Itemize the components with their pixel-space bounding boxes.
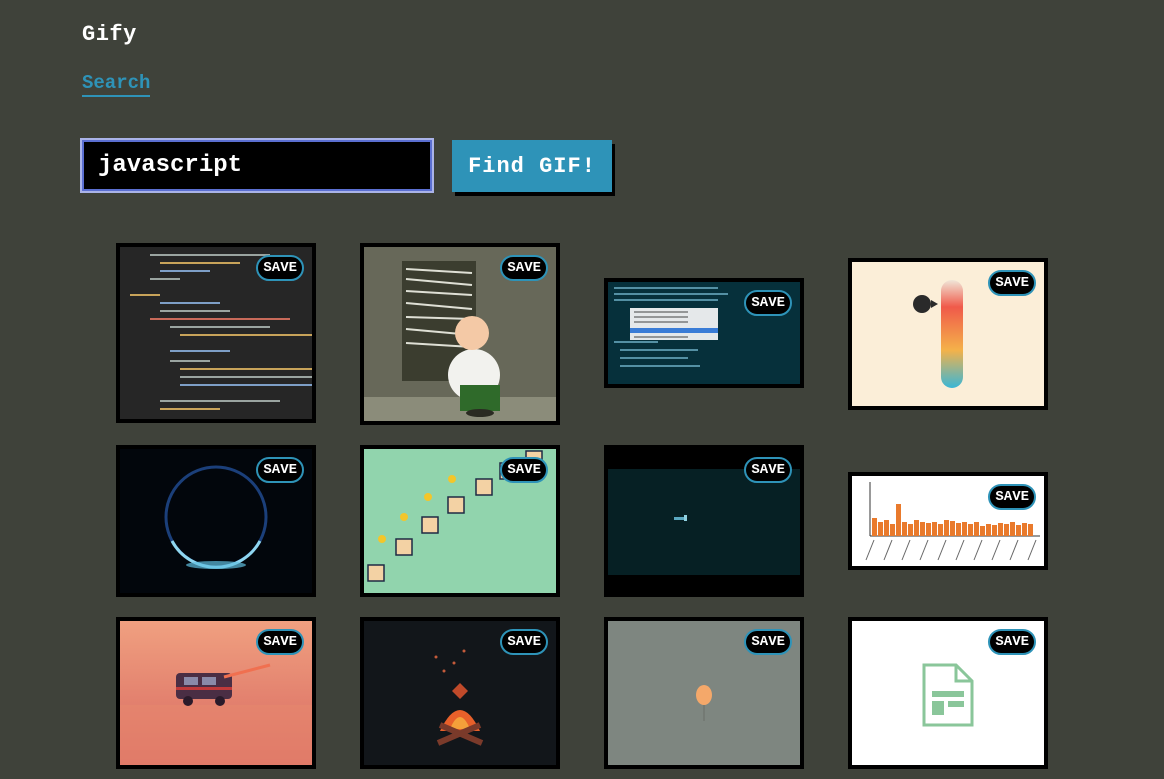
gif-result-code-editor[interactable]: SAVE: [116, 243, 316, 423]
nav-search-link[interactable]: Search: [82, 72, 151, 97]
gif-result-code-autocomplete[interactable]: SAVE: [604, 278, 804, 388]
save-button[interactable]: SAVE: [500, 255, 548, 281]
save-button[interactable]: SAVE: [256, 255, 304, 281]
gif-result-thermometer[interactable]: SAVE: [848, 258, 1048, 410]
gif-result-van-sunset[interactable]: SAVE: [116, 617, 316, 769]
find-gif-button[interactable]: Find GIF!: [452, 140, 612, 192]
save-button[interactable]: SAVE: [744, 629, 792, 655]
save-button[interactable]: SAVE: [988, 270, 1036, 296]
save-button[interactable]: SAVE: [500, 629, 548, 655]
gif-result-bar-chart[interactable]: SAVE: [848, 472, 1048, 570]
save-button[interactable]: SAVE: [988, 484, 1036, 510]
save-button[interactable]: SAVE: [256, 629, 304, 655]
save-button[interactable]: SAVE: [744, 290, 792, 316]
gif-result-boxes-ducks[interactable]: SAVE: [360, 445, 560, 597]
gif-result-spreadsheet-icon[interactable]: SAVE: [848, 617, 1048, 769]
gif-result-terminal[interactable]: SAVE: [604, 445, 804, 597]
gif-result-glowing-ring[interactable]: SAVE: [116, 445, 316, 597]
save-button[interactable]: SAVE: [988, 629, 1036, 655]
save-button[interactable]: SAVE: [744, 457, 792, 483]
search-input[interactable]: [80, 138, 434, 193]
gif-result-campfire[interactable]: SAVE: [360, 617, 560, 769]
gif-result-cartoon-blinds[interactable]: SAVE: [360, 243, 560, 425]
app-title: Gify: [82, 22, 137, 47]
save-button[interactable]: SAVE: [500, 457, 548, 483]
save-button[interactable]: SAVE: [256, 457, 304, 483]
gif-result-balloon[interactable]: SAVE: [604, 617, 804, 769]
